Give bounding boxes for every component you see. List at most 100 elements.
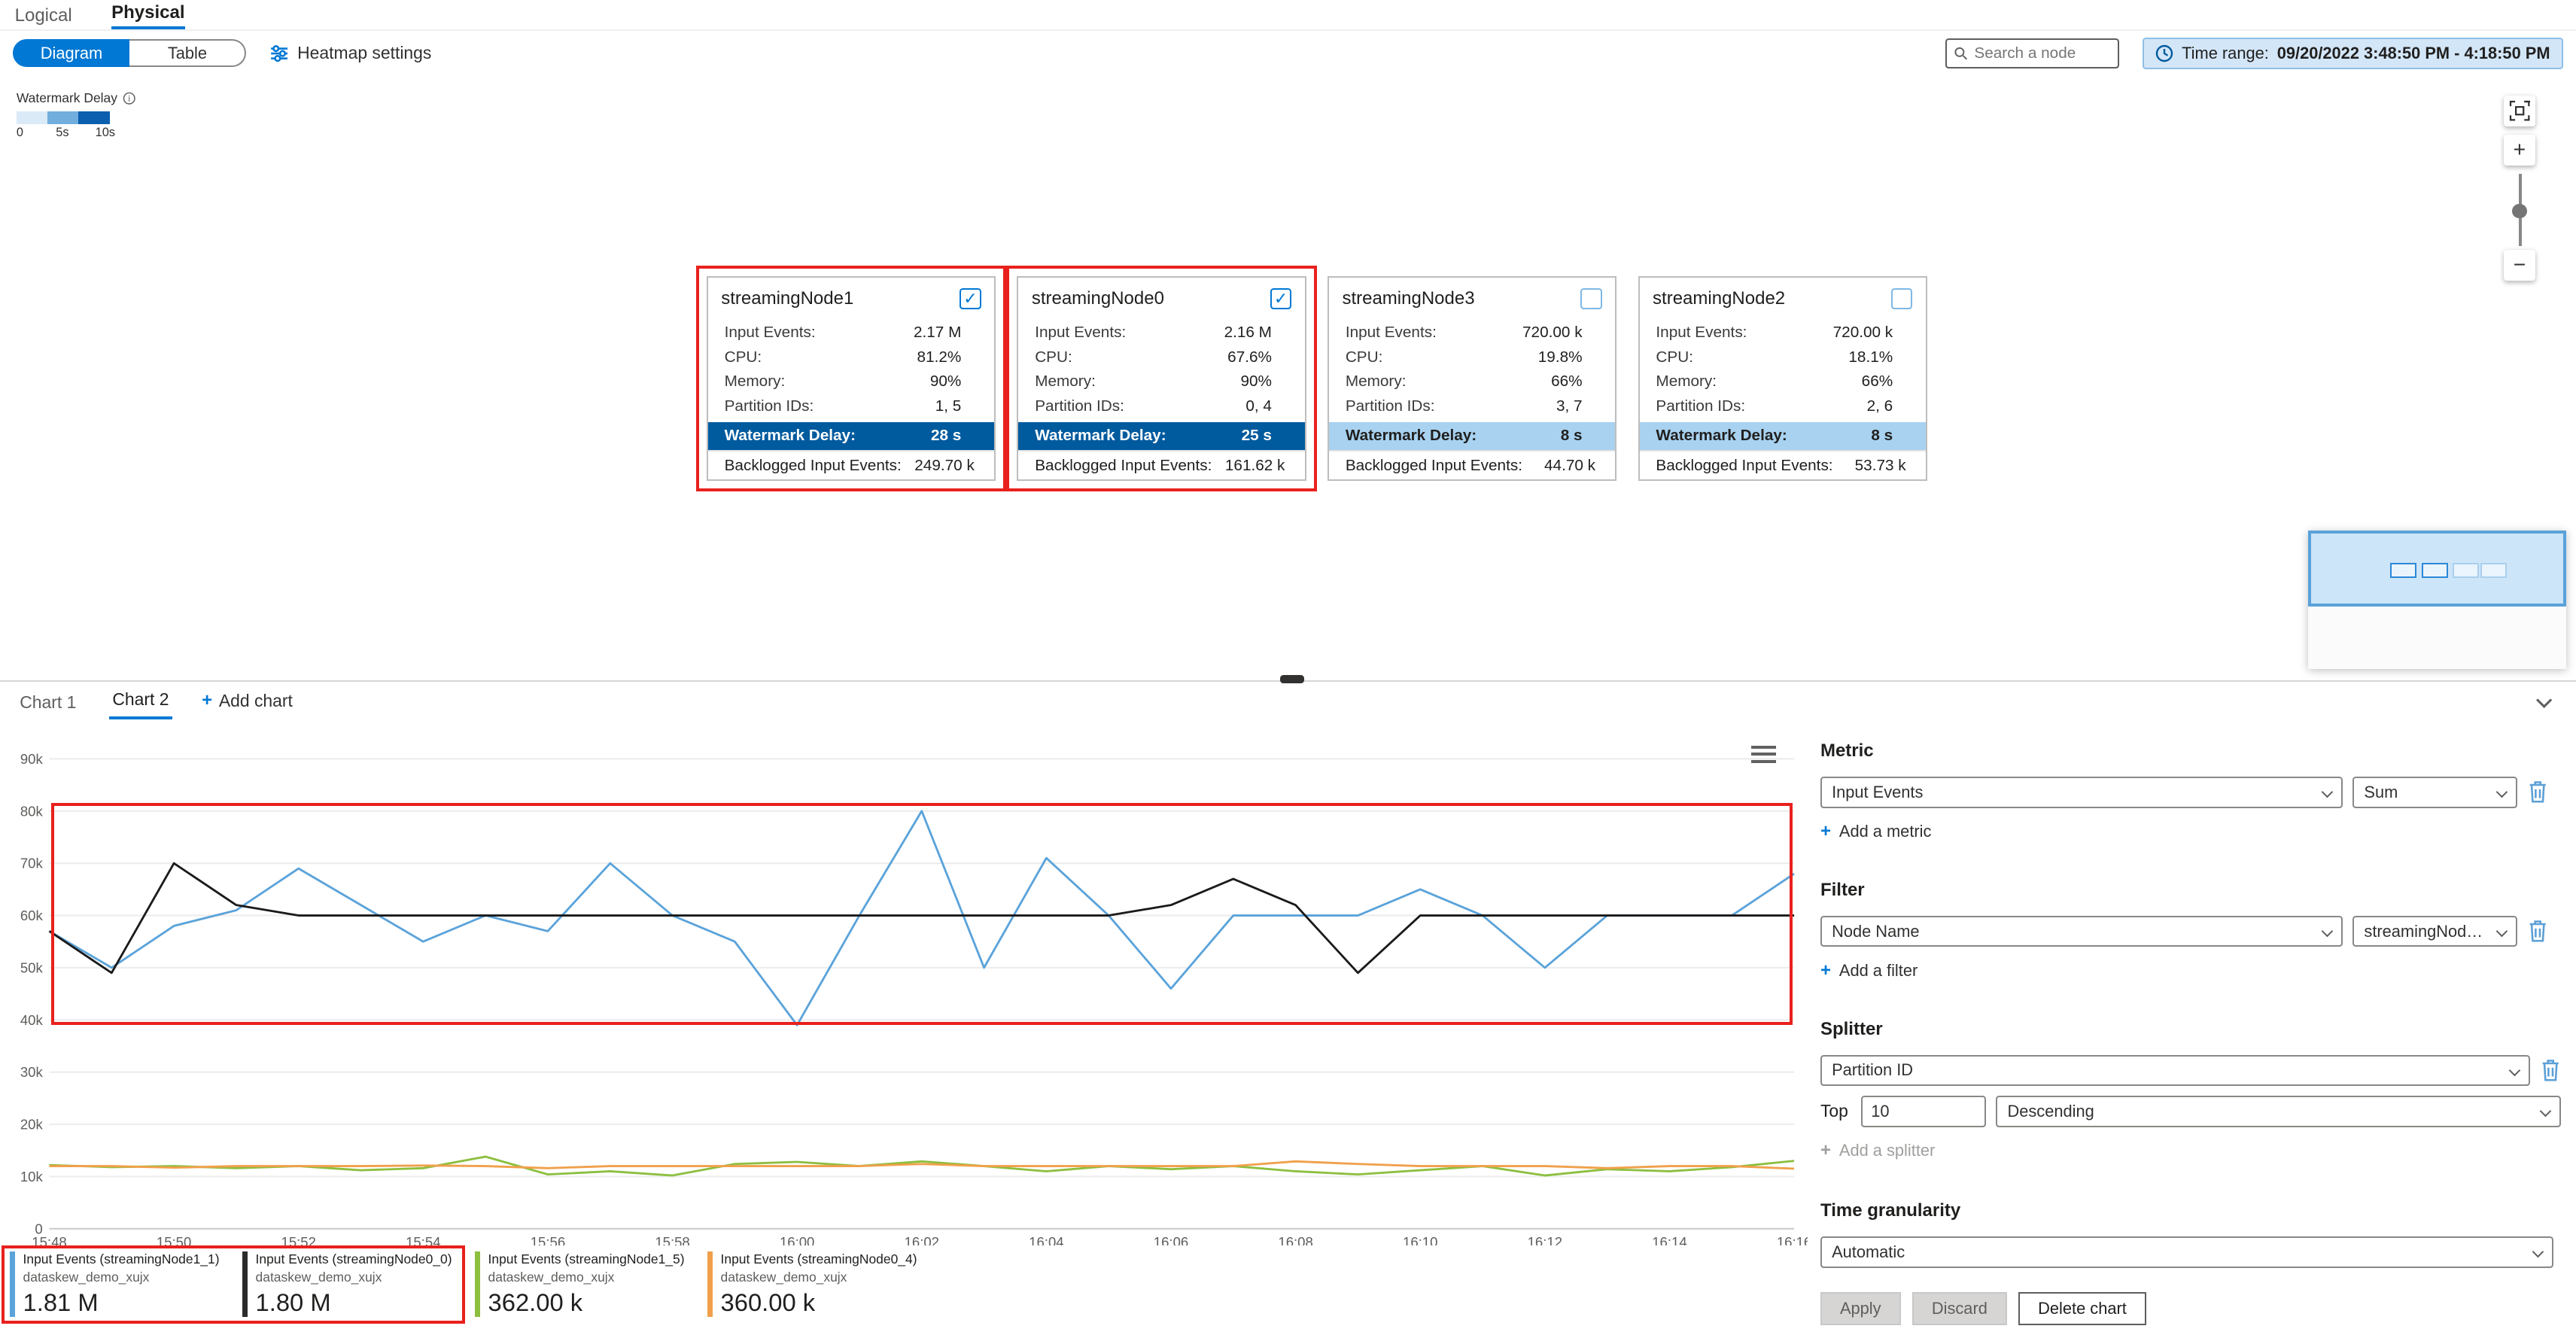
search-node-box [1945, 38, 2119, 68]
tab-logical[interactable]: Logical [15, 5, 72, 29]
legend-color-bar [10, 1251, 15, 1317]
delete-chart-button[interactable]: Delete chart [2018, 1292, 2146, 1325]
metric-value: 720.00 k [1833, 324, 1893, 342]
svg-text:15:52: 15:52 [281, 1234, 316, 1245]
node-checkbox[interactable] [1580, 288, 1601, 309]
splitter-drag-handle[interactable] [1280, 675, 1305, 683]
table-toggle-button[interactable]: Table [129, 39, 246, 67]
node-card-streamingNode0[interactable]: streamingNode0✓Input Events:2.16 MCPU:67… [1017, 276, 1306, 481]
node-metric-row: CPU:67.6% [1018, 345, 1304, 369]
tab-chart-2[interactable]: Chart 2 [109, 683, 172, 719]
backlog-value: 53.73 k [1855, 457, 1906, 475]
heatmap-settings-button[interactable]: Heatmap settings [269, 43, 431, 63]
search-node-input[interactable] [1974, 44, 2111, 62]
svg-text:16:00: 16:00 [780, 1234, 814, 1245]
svg-text:15:56: 15:56 [531, 1234, 565, 1245]
search-icon [1954, 45, 1968, 62]
discard-button[interactable]: Discard [1912, 1292, 2007, 1325]
add-metric-link[interactable]: + Add a metric [1820, 821, 2576, 842]
svg-text:16:12: 16:12 [1528, 1234, 1562, 1245]
chevron-down-icon [2540, 1105, 2551, 1117]
chart-tabs: Chart 1 Chart 2 + Add chart [0, 682, 2576, 719]
backlog-row: Backlogged Input Events:161.62 k [1018, 450, 1304, 479]
svg-text:50k: 50k [20, 959, 44, 975]
minimap-viewport[interactable] [2308, 531, 2566, 606]
sliders-icon [269, 44, 289, 63]
tab-chart-1[interactable]: Chart 1 [17, 686, 80, 719]
metric-label: Partition IDs: [1656, 397, 1745, 415]
plus-icon: + [1820, 1140, 1831, 1161]
node-card-streamingNode3[interactable]: streamingNode3Input Events:720.00 kCPU:1… [1328, 276, 1616, 481]
minimap[interactable] [2308, 531, 2566, 668]
node-checkbox[interactable]: ✓ [1270, 288, 1291, 309]
metric-value: 90% [1240, 373, 1272, 391]
svg-text:15:54: 15:54 [406, 1234, 440, 1245]
legend-item-subtitle: dataskew_demo_xujx [721, 1270, 917, 1285]
metric-value: 90% [930, 373, 962, 391]
chevron-down-icon[interactable] [2536, 692, 2553, 709]
delete-filter-icon[interactable] [2527, 919, 2548, 944]
node-metric-row: Partition IDs:0, 4 [1018, 394, 1304, 419]
node-card-streamingNode2[interactable]: streamingNode2Input Events:720.00 kCPU:1… [1638, 276, 1927, 481]
legend-color-bar [707, 1251, 713, 1317]
legend-item[interactable]: Input Events (streamingNode1_5)dataskew_… [475, 1251, 684, 1317]
legend-item-title: Input Events (streamingNode0_4) [721, 1251, 917, 1267]
aggregation-dropdown[interactable]: Sum [2352, 777, 2517, 807]
splitter-field-dropdown[interactable]: Partition ID [1820, 1055, 2530, 1086]
zoom-slider-handle[interactable] [2512, 204, 2527, 219]
diagram-toggle-button[interactable]: Diagram [13, 39, 129, 67]
legend-item[interactable]: Input Events (streamingNode0_0)dataskew_… [242, 1251, 452, 1317]
time-granularity-dropdown[interactable]: Automatic [1820, 1236, 2553, 1267]
node-checkbox[interactable]: ✓ [960, 288, 981, 309]
delete-metric-icon[interactable] [2527, 780, 2548, 804]
sort-order-dropdown[interactable]: Descending [1996, 1096, 2561, 1127]
watermark-value: 8 s [1561, 427, 1583, 445]
apply-button[interactable]: Apply [1820, 1292, 1901, 1325]
legend-item-body: Input Events (streamingNode0_4) dataskew_… [721, 1251, 917, 1317]
metric-label: Memory: [1346, 373, 1407, 391]
metric-label: Input Events: [1035, 324, 1126, 342]
chart-area: 010k20k30k40k50k60k70k80k90k15:4815:5015… [0, 719, 1808, 1338]
top-count-input[interactable] [1861, 1096, 1986, 1127]
node-checkbox[interactable] [1891, 288, 1912, 309]
delete-splitter-icon[interactable] [2540, 1058, 2561, 1083]
watermark-delay-row: Watermark Delay:8 s [1640, 422, 1926, 450]
watermark-value: 28 s [931, 427, 961, 445]
legend-item[interactable]: Input Events (streamingNode0_4) dataskew_… [707, 1251, 917, 1317]
top-label: Top [1820, 1101, 1848, 1121]
fit-to-screen-button[interactable] [2504, 96, 2535, 126]
backlog-value: 44.70 k [1544, 457, 1595, 475]
chart-menu-icon[interactable] [1751, 746, 1776, 763]
node-card-streamingNode1[interactable]: streamingNode1✓Input Events:2.17 MCPU:81… [707, 276, 996, 481]
legend-item-value: 1.81 M [23, 1288, 220, 1317]
filter-field-dropdown[interactable]: Node Name [1820, 916, 2343, 947]
watermark-delay-row: Watermark Delay:8 s [1329, 422, 1615, 450]
chevron-down-icon [2509, 1065, 2520, 1076]
legend-item-body: Input Events (streamingNode1_1)dataskew_… [23, 1251, 220, 1317]
time-range-button[interactable]: Time range: 09/20/2022 3:48:50 PM - 4:18… [2143, 38, 2563, 68]
minimap-rest [2308, 607, 2566, 669]
diagram-canvas[interactable]: Watermark Delay i 0 5s 10s streamingNode… [0, 75, 2576, 680]
svg-text:16:06: 16:06 [1154, 1234, 1188, 1245]
filter-value-dropdown[interactable]: streamingNode1, str... [2352, 916, 2517, 947]
metric-dropdown[interactable]: Input Events [1820, 777, 2343, 807]
metric-label: Memory: [1656, 373, 1717, 391]
node-metric-row: Input Events:2.17 M [708, 321, 994, 345]
zoom-in-button[interactable]: + [2504, 135, 2535, 166]
node-card-header: streamingNode0✓ [1018, 278, 1304, 321]
legend-item[interactable]: Input Events (streamingNode1_1)dataskew_… [10, 1251, 219, 1317]
add-chart-button[interactable]: + Add chart [202, 690, 293, 719]
metric-label: Partition IDs: [725, 397, 814, 415]
minimap-node [2453, 563, 2479, 578]
watermark-legend-title: Watermark Delay [17, 90, 117, 106]
backlog-label: Backlogged Input Events: [1656, 457, 1832, 475]
info-icon[interactable]: i [123, 92, 135, 105]
time-range-label: Time range: [2182, 44, 2269, 63]
metric-label: Input Events: [1656, 324, 1747, 342]
add-filter-link[interactable]: + Add a filter [1820, 960, 2576, 981]
tab-physical[interactable]: Physical [111, 2, 184, 29]
legend-item-title: Input Events (streamingNode0_0) [256, 1251, 452, 1267]
zoom-out-button[interactable]: − [2504, 250, 2535, 281]
metric-value: 66% [1551, 373, 1583, 391]
chevron-down-icon [2322, 786, 2333, 798]
